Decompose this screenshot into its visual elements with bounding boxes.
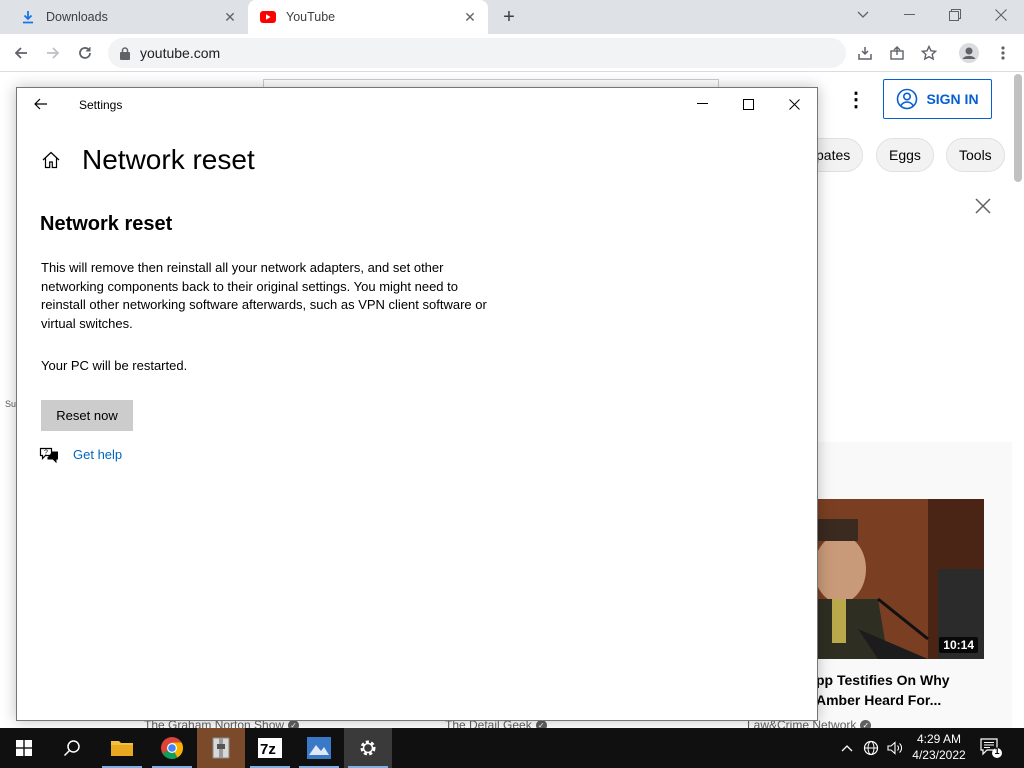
folder-icon — [111, 741, 133, 756]
speaker-icon — [887, 741, 902, 755]
taskbar-chrome[interactable] — [148, 728, 196, 768]
sidebar-partial-label: Su — [5, 399, 17, 409]
url-text: youtube.com — [140, 45, 221, 61]
back-icon[interactable] — [8, 40, 34, 66]
settings-maximize-button[interactable] — [725, 88, 771, 120]
tab-youtube[interactable]: YouTube ✕ — [248, 0, 488, 34]
tab-downloads[interactable]: Downloads ✕ — [8, 0, 248, 34]
tab-strip: Downloads ✕ YouTube ✕ + — [0, 0, 1024, 34]
restore-button[interactable] — [932, 0, 978, 30]
network-tray-icon[interactable] — [860, 728, 882, 768]
chrome-menu-icon[interactable] — [990, 40, 1016, 66]
video-thumbnail[interactable]: 10:14 — [818, 499, 984, 659]
video-title-line-2[interactable]: Amber Heard For... — [816, 690, 1012, 710]
close-tab-icon[interactable]: ✕ — [220, 7, 240, 27]
settings-window-title: Settings — [79, 98, 123, 112]
taskbar: 7z 4:29 AM 4/23/2022 1 — [0, 728, 1024, 768]
settings-titlebar[interactable]: Settings — [17, 88, 817, 120]
bookmark-star-icon[interactable] — [916, 40, 942, 66]
address-bar[interactable]: youtube.com — [108, 38, 846, 68]
start-button[interactable] — [0, 728, 48, 768]
youtube-sign-in-button[interactable]: SIGN IN — [883, 79, 992, 119]
chip-label: Tools — [959, 147, 992, 163]
chevron-up-icon — [841, 745, 853, 752]
account-icon — [897, 88, 918, 110]
install-app-icon[interactable] — [852, 40, 878, 66]
tab-label: YouTube — [286, 10, 336, 24]
clock-date: 4/23/2022 — [912, 748, 966, 762]
network-reset-description: This will remove then reinstall all your… — [41, 260, 487, 331]
settings-window: Settings Network reset Network reset Thi… — [16, 87, 818, 721]
new-tab-button[interactable]: + — [498, 6, 520, 28]
taskbar-archive-app[interactable] — [197, 728, 245, 768]
page-title: Network reset — [82, 144, 255, 175]
chrome-icon — [161, 737, 183, 759]
7zip-icon: 7z — [258, 738, 282, 758]
search-button[interactable] — [48, 728, 96, 768]
restart-note: Your PC will be restarted. — [41, 358, 188, 373]
clock-time: 4:29 AM — [916, 732, 962, 746]
dismiss-banner-icon[interactable] — [972, 197, 994, 219]
get-help-link[interactable]: Get help — [73, 447, 122, 462]
page-scrollbar[interactable] — [1012, 72, 1024, 728]
gear-icon — [360, 740, 376, 756]
browser-toolbar: youtube.com — [0, 34, 1024, 72]
forward-icon[interactable] — [40, 40, 66, 66]
taskbar-settings[interactable] — [344, 728, 392, 768]
chip-tools[interactable]: Tools — [946, 138, 1005, 172]
volume-tray-icon[interactable] — [884, 728, 906, 768]
taskbar-7zip[interactable]: 7z — [246, 728, 294, 768]
windows-logo-icon — [16, 740, 32, 756]
youtube-more-icon[interactable]: ⋮ — [846, 88, 866, 112]
settings-close-button[interactable] — [771, 88, 817, 120]
search-icon — [63, 740, 80, 757]
back-arrow-icon[interactable] — [31, 94, 51, 114]
reset-now-button[interactable]: Reset now — [41, 400, 133, 431]
tab-search-icon[interactable] — [840, 0, 886, 30]
section-title: Network reset — [40, 213, 173, 235]
taskbar-photo-app[interactable] — [295, 728, 343, 768]
chip-label: pates — [816, 147, 851, 163]
download-icon — [20, 9, 36, 25]
taskbar-clock[interactable]: 4:29 AM 4/23/2022 — [906, 731, 972, 763]
show-hidden-icons-button[interactable] — [838, 728, 856, 768]
globe-icon — [863, 740, 879, 756]
youtube-icon — [260, 9, 276, 25]
taskbar-file-explorer[interactable] — [98, 728, 146, 768]
chip-label: Eggs — [889, 147, 921, 163]
close-window-button[interactable] — [978, 0, 1024, 30]
video-title-line-1[interactable]: pp Testifies On Why — [816, 670, 1012, 690]
notification-count: 1 — [994, 746, 1000, 756]
svg-text:?: ? — [44, 450, 48, 457]
share-icon[interactable] — [884, 40, 910, 66]
thumbnail-image — [818, 499, 984, 659]
get-help-icon[interactable]: ? — [39, 446, 59, 464]
tab-label: Downloads — [46, 10, 108, 24]
sign-in-label: SIGN IN — [926, 91, 979, 107]
close-tab-icon[interactable]: ✕ — [460, 7, 480, 27]
lock-icon[interactable] — [120, 46, 130, 60]
reload-icon[interactable] — [72, 40, 98, 66]
minimize-button[interactable] — [886, 0, 932, 30]
svg-text:7z: 7z — [260, 741, 276, 758]
home-icon[interactable] — [41, 150, 63, 172]
settings-minimize-button[interactable] — [679, 88, 725, 120]
video-duration: 10:14 — [939, 637, 978, 653]
action-center-button[interactable]: 1 — [980, 738, 1002, 763]
chip-eggs[interactable]: Eggs — [876, 138, 934, 172]
image-viewer-icon — [307, 737, 331, 759]
scrollbar-thumb[interactable] — [1014, 74, 1022, 182]
archive-icon — [212, 737, 230, 759]
profile-avatar-icon[interactable] — [956, 40, 982, 66]
